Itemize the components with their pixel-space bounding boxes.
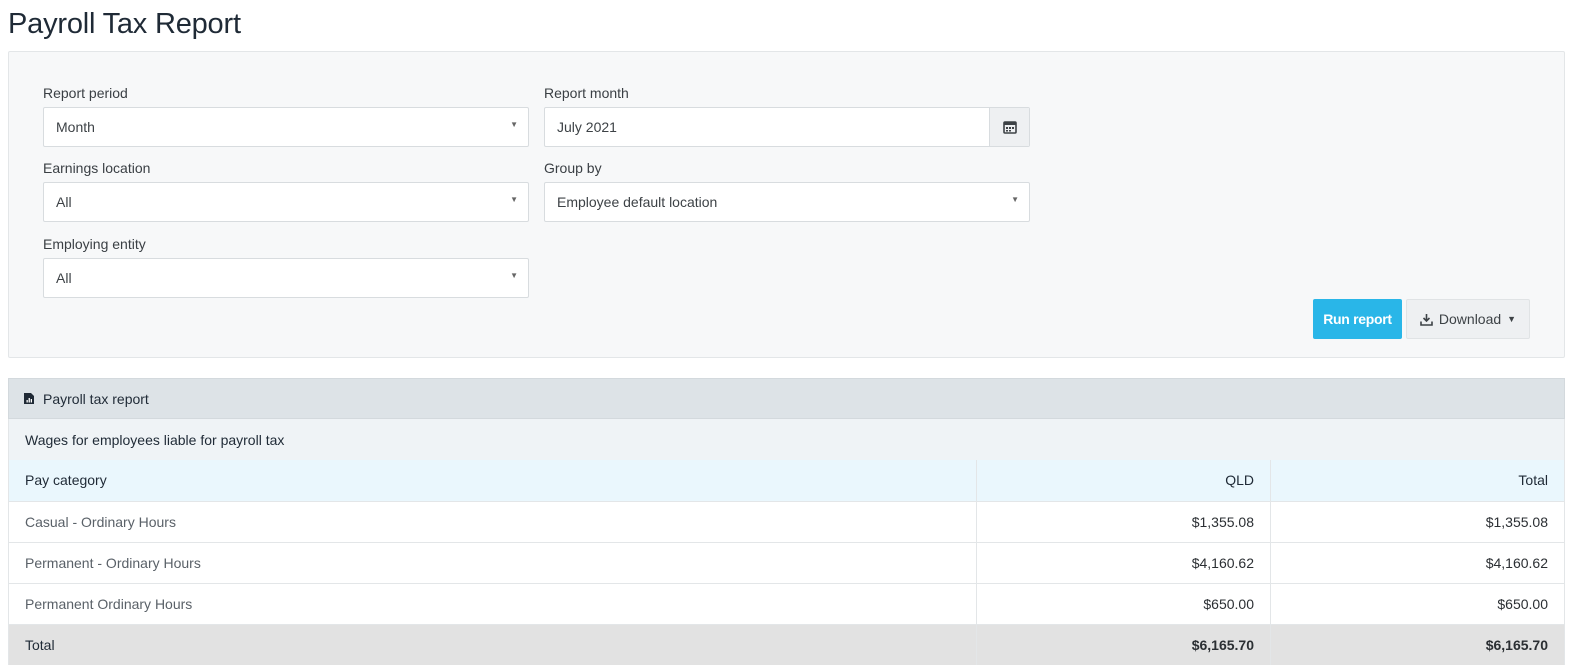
table-row: Permanent Ordinary Hours $650.00 $650.00 [8, 583, 1565, 625]
table-row: Permanent - Ordinary Hours $4,160.62 $4,… [8, 542, 1565, 584]
row-category: Casual - Ordinary Hours [8, 501, 977, 543]
chevron-down-icon: ▼ [510, 271, 518, 280]
calendar-icon [1002, 121, 1017, 134]
report-month-value: July 2021 [557, 119, 617, 135]
row-category: Permanent Ordinary Hours [8, 583, 977, 625]
page-title: Payroll Tax Report [8, 8, 241, 40]
filter-panel: Report period Month ▼ Report month July … [8, 51, 1565, 358]
download-label: Download [1438, 311, 1502, 327]
employing-entity-select[interactable]: All ▼ [43, 258, 529, 298]
chevron-down-icon: ▼ [1011, 195, 1019, 204]
report-subtitle: Wages for employees liable for payroll t… [8, 419, 1565, 460]
report-period-label: Report period [43, 85, 128, 101]
employing-entity-label: Employing entity [43, 236, 146, 252]
total-qld: $6,165.70 [976, 624, 1271, 665]
total-row: Total $6,165.70 $6,165.70 [8, 624, 1565, 665]
earnings-location-select[interactable]: All ▼ [43, 182, 529, 222]
table-header-row: Pay category QLD Total [8, 460, 1565, 502]
row-qld: $1,355.08 [976, 501, 1271, 543]
report-period-select[interactable]: Month ▼ [43, 107, 529, 147]
row-qld: $4,160.62 [976, 542, 1271, 584]
row-total: $650.00 [1270, 583, 1565, 625]
table-row: Casual - Ordinary Hours $1,355.08 $1,355… [8, 501, 1565, 543]
report-period-value: Month [56, 119, 95, 135]
total-label: Total [8, 624, 977, 665]
employing-entity-value: All [56, 270, 72, 286]
earnings-location-value: All [56, 194, 72, 210]
column-header-pay-category[interactable]: Pay category [8, 460, 977, 502]
column-header-qld[interactable]: QLD [976, 460, 1271, 502]
row-category: Permanent - Ordinary Hours [8, 542, 977, 584]
chevron-down-icon: ▼ [510, 195, 518, 204]
report-table: Pay category QLD Total Casual - Ordinary… [8, 460, 1565, 665]
column-header-total[interactable]: Total [1270, 460, 1565, 502]
chevron-down-icon: ▼ [510, 120, 518, 129]
row-total: $4,160.62 [1270, 542, 1565, 584]
report-month-field[interactable]: July 2021 [544, 107, 1030, 147]
report-panel: Payroll tax report Wages for employees l… [8, 378, 1565, 665]
report-title: Payroll tax report [43, 390, 149, 407]
run-report-button[interactable]: Run report [1313, 299, 1402, 339]
report-icon [24, 393, 34, 404]
chevron-down-icon: ▼ [1507, 314, 1517, 324]
download-icon [1420, 313, 1433, 326]
group-by-value: Employee default location [557, 194, 718, 210]
report-month-label: Report month [544, 85, 629, 101]
group-by-label: Group by [544, 160, 602, 176]
row-total: $1,355.08 [1270, 501, 1565, 543]
total-total: $6,165.70 [1270, 624, 1565, 665]
calendar-button[interactable] [989, 108, 1029, 146]
group-by-select[interactable]: Employee default location ▼ [544, 182, 1030, 222]
download-button[interactable]: Download ▼ [1406, 299, 1530, 339]
report-header: Payroll tax report [8, 378, 1565, 419]
earnings-location-label: Earnings location [43, 160, 151, 176]
row-qld: $650.00 [976, 583, 1271, 625]
